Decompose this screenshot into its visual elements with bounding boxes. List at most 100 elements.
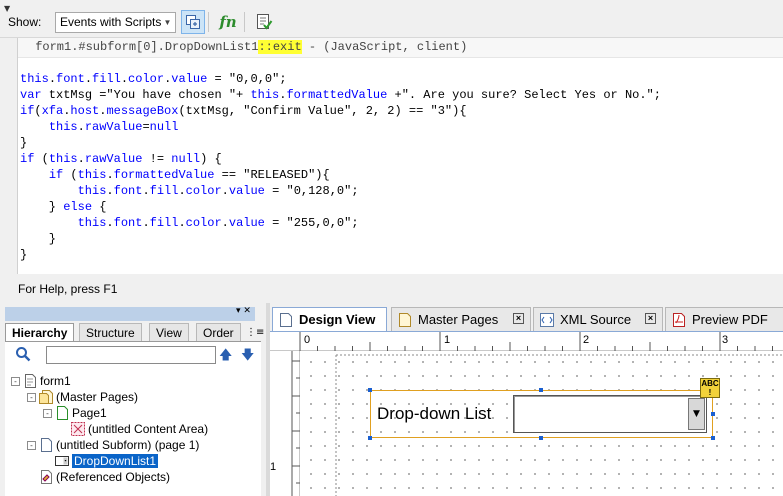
script-editor-toolbar: ▼ Show: Events with Scripts ▼ fn — [0, 0, 783, 38]
close-icon[interactable]: × — [513, 313, 524, 324]
ruler-ticks — [291, 351, 300, 496]
tab-order-label: Order — [203, 326, 234, 340]
dropdown-list-box[interactable]: ▼ — [513, 395, 707, 433]
help-text: For Help, press F1 — [18, 282, 118, 296]
collapse-icon[interactable]: - — [43, 408, 52, 418]
code-line: if (this.rawValue != null) { — [20, 152, 222, 166]
tab-xml-source-label: XML Source — [560, 312, 632, 327]
horizontal-ruler: 0 1 2 3 — [270, 331, 783, 351]
tree-item[interactable]: - Page1 — [43, 405, 107, 421]
tree-item[interactable]: - form1 — [11, 373, 71, 389]
dropdown-list-field[interactable]: Drop-down List ▼ — [370, 390, 713, 438]
show-label: Show: — [8, 15, 42, 29]
script-language-info: - (JavaScript, client) — [301, 40, 468, 54]
toolbar-separator — [208, 12, 209, 32]
selection-handle[interactable] — [711, 412, 715, 416]
master-pages-icon — [39, 390, 53, 404]
toolbar-separator — [244, 12, 245, 32]
code-line: } else { — [20, 200, 107, 214]
code-line: } — [20, 232, 57, 246]
chevron-down-icon: ▼ — [163, 18, 172, 27]
close-icon[interactable]: × — [645, 313, 656, 324]
collapse-icon[interactable]: - — [27, 440, 36, 450]
tree-item-label: (untitled Subform) (page 1) — [56, 438, 200, 452]
dropdown-list-icon — [55, 454, 69, 468]
xml-icon — [540, 312, 554, 327]
tree-item-label: DropDownList1 — [72, 454, 159, 468]
tab-hierarchy[interactable]: Hierarchy — [5, 323, 75, 341]
tab-hierarchy-label: Hierarchy — [12, 326, 68, 340]
events-icon — [186, 15, 200, 29]
tab-structure-label: Structure — [86, 326, 135, 340]
tab-view-label: View — [156, 326, 182, 340]
functions-button[interactable]: fn — [216, 10, 240, 34]
hierarchy-tree: - form1- (Master Pages) - Page1 (untitled Con… — [5, 367, 261, 496]
tab-structure[interactable]: Structure — [79, 323, 142, 341]
tree-item[interactable]: (untitled Content Area) — [59, 421, 208, 437]
script-code-area[interactable]: form1.#subform[0].DropDownList1::exit - … — [17, 38, 783, 274]
page-icon — [280, 312, 292, 327]
design-canvas[interactable]: Drop-down List ▼ ABC! — [300, 351, 783, 496]
referenced-objects-icon — [39, 470, 53, 484]
script-event-name: ::exit — [258, 40, 302, 54]
tab-design-view[interactable]: Design View — [272, 307, 387, 331]
code-line: } — [20, 136, 28, 150]
search-icon[interactable] — [15, 346, 31, 362]
show-events-value: Events with Scripts — [60, 15, 162, 29]
script-object-header: form1.#subform[0].DropDownList1::exit - … — [18, 38, 783, 58]
tree-item-label: (Referenced Objects) — [56, 470, 171, 484]
master-page-icon — [399, 312, 411, 327]
tab-master-pages[interactable]: Master Pages × — [391, 307, 531, 331]
check-script-button[interactable] — [252, 10, 276, 34]
selection-handle[interactable] — [711, 436, 715, 440]
page-icon — [55, 406, 69, 420]
collapse-icon[interactable]: - — [11, 376, 20, 386]
hierarchy-search-input[interactable] — [46, 346, 216, 364]
ruler-label: 3 — [722, 334, 729, 346]
code-line: if (this.formattedValue == "RELEASED"){ — [48, 168, 330, 182]
pdf-icon — [673, 312, 685, 327]
panel-menu-icon[interactable]: ▾ ✕ — [236, 306, 251, 316]
form-icon — [23, 374, 37, 388]
design-panel: Design View Master Pages × XML Source × … — [270, 303, 783, 496]
code-line: } — [20, 248, 28, 262]
selection-handle[interactable] — [539, 436, 543, 440]
tree-item[interactable]: - (Master Pages) — [27, 389, 138, 405]
code-line: this.rawValue=null — [48, 120, 179, 134]
collapse-icon[interactable]: - — [27, 392, 36, 402]
code-line: this.font.fill.color.value = "255,0,0"; — [77, 216, 359, 230]
content-area-icon — [71, 422, 85, 436]
ruler-label: 0 — [304, 334, 311, 346]
spell-check-badge: ABC! — [700, 378, 720, 398]
ruler-label: 1 — [444, 334, 451, 346]
chevron-down-icon: ▼ — [693, 409, 700, 419]
tab-master-pages-label: Master Pages — [418, 312, 499, 327]
move-down-icon[interactable]: 🡇 — [241, 346, 254, 368]
selection-handle[interactable] — [368, 436, 372, 440]
tree-item-label: form1 — [40, 374, 71, 388]
code-line: this.font.fill.color.value = "0,0,0"; — [20, 72, 287, 86]
tab-preview-pdf-label: Preview PDF — [692, 312, 768, 327]
selection-handle[interactable] — [539, 388, 543, 392]
selection-handle[interactable] — [368, 388, 372, 392]
code-line: this.font.fill.color.value = "0,128,0"; — [77, 184, 359, 198]
events-toggle-button[interactable] — [181, 10, 205, 34]
tab-preview-pdf[interactable]: Preview PDF — [665, 307, 783, 331]
show-events-select[interactable]: Events with Scripts ▼ — [55, 12, 176, 33]
warning-icon: ! — [708, 388, 712, 397]
collapse-arrow-icon[interactable]: ▼ — [4, 4, 10, 13]
tree-item[interactable]: (Referenced Objects) — [27, 469, 170, 485]
tab-xml-source[interactable]: XML Source × — [533, 307, 663, 331]
panel-options-icon[interactable]: ⋮≡ — [246, 327, 264, 338]
move-up-icon[interactable]: 🡅 — [219, 346, 232, 368]
tab-order[interactable]: Order — [196, 323, 241, 341]
tab-view[interactable]: View — [149, 323, 189, 341]
tree-item[interactable]: DropDownList1 — [43, 453, 159, 469]
hierarchy-toolbar: 🡅 🡇 — [5, 341, 261, 367]
script-object-path: form1.#subform[0].DropDownList1 — [28, 40, 259, 54]
hierarchy-panel: ▾ ✕ Hierarchy Structure View Order ⋮≡ 🡅 … — [0, 303, 266, 496]
tree-item[interactable]: - (untitled Subform) (page 1) — [27, 437, 199, 453]
spell-check-badge-label: ABC — [701, 379, 719, 388]
dropdown-button[interactable]: ▼ — [688, 398, 705, 430]
tab-design-view-label: Design View — [299, 312, 376, 327]
